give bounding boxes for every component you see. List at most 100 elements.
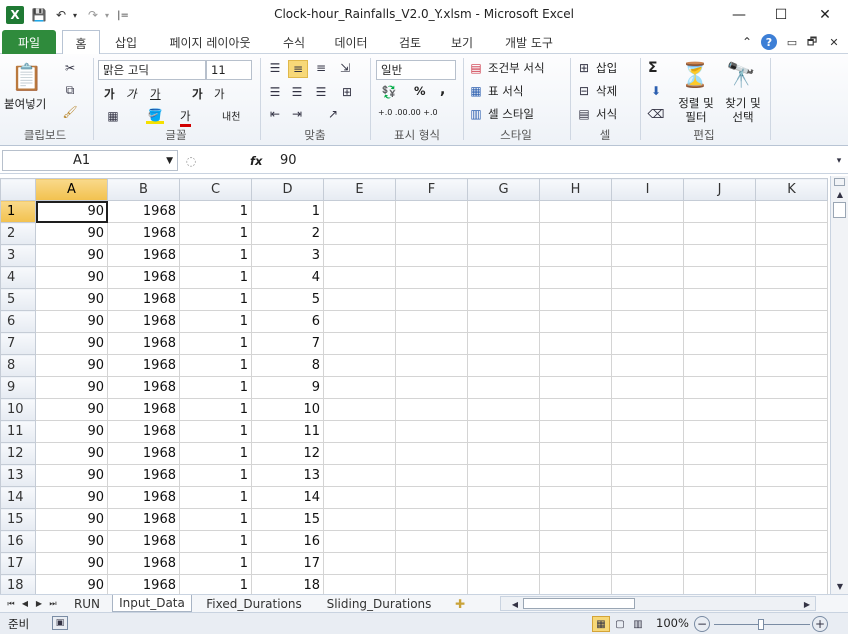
cell-i[interactable] (611, 508, 684, 531)
cell-c[interactable]: 1 (179, 574, 252, 594)
cell-c[interactable]: 1 (179, 530, 252, 553)
cell-i[interactable] (611, 486, 684, 509)
insert-function-button[interactable]: fx (250, 154, 262, 168)
row-header[interactable]: 8 (0, 354, 36, 377)
cell-j[interactable] (683, 420, 756, 443)
row-header[interactable]: 6 (0, 310, 36, 333)
cell-b[interactable]: 1968 (107, 200, 180, 223)
cell-c[interactable]: 1 (179, 222, 252, 245)
column-header-d[interactable]: D (251, 178, 324, 201)
find-select-button[interactable]: 찾기 및 선택 (722, 96, 764, 124)
conditional-format-button[interactable]: 조건부 서식 (488, 60, 545, 76)
cell-h[interactable] (539, 310, 612, 333)
font-size-combo[interactable]: 11 (206, 60, 252, 80)
cell-e[interactable] (323, 530, 396, 553)
workbook-restore-icon[interactable]: 🗗 (804, 30, 820, 54)
cell-f[interactable] (395, 200, 468, 223)
row-header[interactable]: 3 (0, 244, 36, 267)
column-header-a[interactable]: A (35, 178, 108, 201)
cell-j[interactable] (683, 310, 756, 333)
split-box[interactable] (834, 178, 845, 186)
tab-file[interactable]: 파일 (2, 30, 56, 54)
prev-sheet-icon[interactable]: ◀ (18, 595, 32, 612)
cell-b[interactable]: 1968 (107, 574, 180, 594)
cell-e[interactable] (323, 442, 396, 465)
align-bottom-icon[interactable]: ≡ (312, 60, 330, 76)
cell-k[interactable] (755, 574, 828, 594)
cell-i[interactable] (611, 398, 684, 421)
cell-k[interactable] (755, 552, 828, 575)
cell-g[interactable] (467, 508, 540, 531)
cell-g[interactable] (467, 464, 540, 487)
cell-h[interactable] (539, 288, 612, 311)
cell-b[interactable]: 1968 (107, 354, 180, 377)
cell-b[interactable]: 1968 (107, 288, 180, 311)
cell-i[interactable] (611, 310, 684, 333)
formula-bar-grip-icon[interactable]: ◌ (184, 154, 198, 168)
cell-b[interactable]: 1968 (107, 464, 180, 487)
tab-page-layout[interactable]: 페이지 레이아웃 (158, 30, 262, 54)
cell-h[interactable] (539, 222, 612, 245)
collapse-ribbon-icon[interactable]: ⌃ (740, 30, 754, 54)
cell-c[interactable]: 1 (179, 420, 252, 443)
zoom-out-icon[interactable]: − (694, 616, 710, 632)
scroll-left-icon[interactable]: ◀ (509, 598, 521, 610)
name-box[interactable]: A1 ▼ (2, 150, 178, 171)
cell-j[interactable] (683, 398, 756, 421)
paste-button-label[interactable]: 붙여넣기 (4, 96, 46, 112)
cell-a[interactable]: 90 (35, 332, 108, 355)
cell-i[interactable] (611, 354, 684, 377)
cell-f[interactable] (395, 442, 468, 465)
cell-b[interactable]: 1968 (107, 332, 180, 355)
cell-j[interactable] (683, 552, 756, 575)
cell-a[interactable]: 90 (35, 398, 108, 421)
tab-insert[interactable]: 삽입 (106, 30, 146, 54)
row-header[interactable]: 4 (0, 266, 36, 289)
tab-formulas[interactable]: 수식 (274, 30, 314, 54)
cell-h[interactable] (539, 354, 612, 377)
cell-h[interactable] (539, 530, 612, 553)
row-header[interactable]: 18 (0, 574, 36, 594)
cell-a[interactable]: 90 (35, 508, 108, 531)
row-header[interactable]: 7 (0, 332, 36, 355)
cell-e[interactable] (323, 288, 396, 311)
cell-k[interactable] (755, 398, 828, 421)
cell-c[interactable]: 1 (179, 376, 252, 399)
row-header[interactable]: 17 (0, 552, 36, 575)
format-cells-button[interactable]: 서식 (596, 106, 617, 122)
cell-b[interactable]: 1968 (107, 508, 180, 531)
cell-h[interactable] (539, 486, 612, 509)
cell-c[interactable]: 1 (179, 398, 252, 421)
cell-i[interactable] (611, 244, 684, 267)
cell-f[interactable] (395, 376, 468, 399)
cell-d[interactable]: 7 (251, 332, 324, 355)
sheet-tab-sliding-durations[interactable]: Sliding_Durations (316, 595, 442, 612)
bold-button[interactable]: 가 (104, 86, 115, 102)
cell-e[interactable] (323, 486, 396, 509)
decrease-decimal-button[interactable]: .00 +.0 (408, 108, 438, 117)
cell-c[interactable]: 1 (179, 486, 252, 509)
cell-k[interactable] (755, 442, 828, 465)
row-header[interactable]: 15 (0, 508, 36, 531)
cell-b[interactable]: 1968 (107, 442, 180, 465)
percent-button[interactable]: % (414, 84, 426, 98)
cell-c[interactable]: 1 (179, 332, 252, 355)
align-center-icon[interactable]: ☰ (288, 84, 306, 100)
cell-g[interactable] (467, 398, 540, 421)
cell-e[interactable] (323, 222, 396, 245)
cell-k[interactable] (755, 530, 828, 553)
cell-h[interactable] (539, 398, 612, 421)
cell-e[interactable] (323, 244, 396, 267)
column-header-i[interactable]: I (611, 178, 684, 201)
cell-j[interactable] (683, 354, 756, 377)
cell-k[interactable] (755, 508, 828, 531)
cell-f[interactable] (395, 332, 468, 355)
cell-f[interactable] (395, 420, 468, 443)
cell-a[interactable]: 90 (35, 244, 108, 267)
expand-formula-bar-icon[interactable]: ▾ (832, 154, 846, 168)
cell-styles-button[interactable]: 셀 스타일 (488, 106, 534, 122)
row-header[interactable]: 13 (0, 464, 36, 487)
vertical-scrollbar[interactable]: ▲ ▼ (830, 176, 848, 594)
cell-styles-icon[interactable]: ▥ (468, 106, 484, 122)
column-header-j[interactable]: J (683, 178, 756, 201)
